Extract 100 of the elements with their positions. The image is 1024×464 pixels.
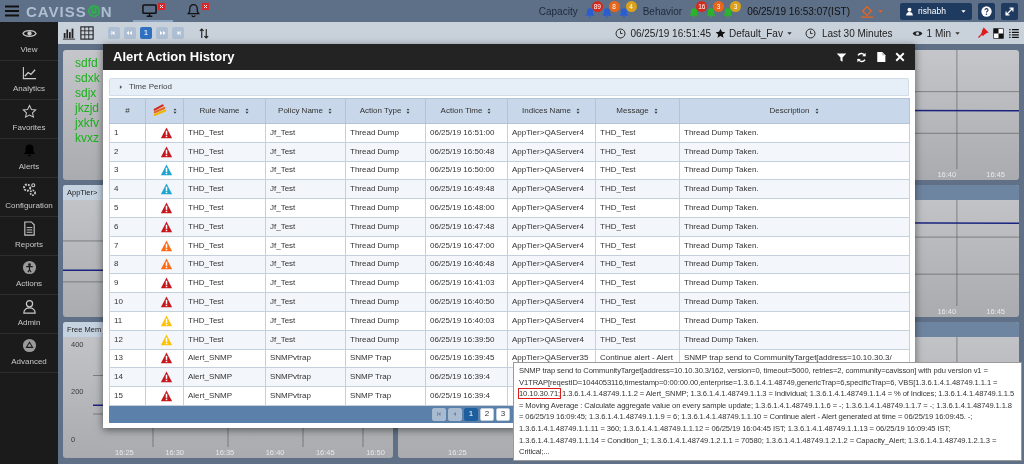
table-cell: Jf_Test [265,198,346,218]
table-cell: Thread Dump [345,198,426,218]
table-cell: Thread Dump Taken. [679,123,910,143]
table-cell: 3 [109,161,146,180]
table-cell: THD_Test [595,161,680,180]
sidebar-item[interactable]: Admin [0,295,58,334]
page-button[interactable]: 1 [140,27,152,39]
actions-icon [21,260,37,275]
table-cell: 06/25/19 16:51:00 [425,123,508,143]
bell-icon [722,7,735,19]
table-cell: 15 [109,386,146,406]
table-cell: Thread Dump Taken. [679,236,910,256]
table-cell: AppTier>QAServer4 [507,123,596,143]
sort-icon[interactable] [574,106,581,115]
page-button[interactable]: 1 [464,407,478,421]
sort-icon[interactable] [326,106,333,115]
table-cell: 06/25/19 16:50:00 [425,161,508,180]
document-icon [21,221,37,236]
user-button[interactable]: rishabh [900,2,972,20]
table-cell: 13 [109,349,146,368]
column-header[interactable]: Indices Name [507,98,596,124]
fullscreen-button[interactable] [1001,2,1018,20]
note-text: sdfd [75,56,98,71]
table-cell: SNMPvtrap [265,386,346,406]
table-cell: AppTier>QAServer4 [507,273,596,293]
column-header[interactable]: Action Type [345,98,426,124]
sidebar-item[interactable]: Actions [0,256,58,295]
table-cell: THD_Test [595,311,680,331]
bell-icon [617,7,630,19]
filter-icon[interactable] [836,51,847,63]
sort-icon[interactable] [652,106,659,115]
favorite-dropdown[interactable]: Default_Fav [715,25,793,41]
table-cell: THD_Test [183,311,266,331]
table-cell: 06/25/19 16:48:00 [425,198,508,218]
bell-icon [688,7,701,19]
column-header: # [109,98,146,124]
pin-icon[interactable] [977,27,989,39]
table-cell: THD_Test [183,123,266,143]
file-icon[interactable] [876,51,886,63]
sort-icon[interactable] [198,26,210,40]
column-header[interactable]: Action Time [425,98,508,124]
table-cell: Jf_Test [265,236,346,256]
clock-icon [804,27,816,39]
help-icon [981,5,992,17]
column-header[interactable]: Rule Name [183,98,266,124]
table-cell: Jf_Test [265,161,346,180]
sidebar-item[interactable]: Analytics [0,61,58,100]
first-page-icon [435,410,443,419]
list-icon[interactable] [1008,27,1020,39]
close-icon[interactable] [895,52,905,62]
sidebar-item[interactable]: Configuration [0,178,58,217]
menu-icon [4,3,20,19]
sidebar-item[interactable]: Advanced [0,334,58,373]
time-range-button[interactable]: Last 30 Minutes [804,25,893,41]
sort-icon[interactable] [243,106,250,115]
table-cell: THD_Test [183,161,266,180]
column-header[interactable]: Description [679,98,910,124]
power-icon [86,4,101,18]
bell-icon [600,7,613,19]
group-label: Behavior [642,4,683,19]
date-time: 06/25/19 16:51:45 [630,26,711,41]
sort-icon[interactable] [171,107,178,115]
advanced-icon [21,338,37,353]
sidebar-item[interactable]: Alerts [0,139,58,178]
star-icon [21,104,37,119]
page-button[interactable]: 2 [480,407,494,421]
grid-icon[interactable] [80,26,94,40]
table-cell: 1 [109,123,146,143]
analytics-icon [21,65,37,80]
table-cell: THD_Test [595,198,680,218]
table-cell: 06/25/19 16:39:4 [425,386,508,406]
section-toggle[interactable]: Time Period [109,78,909,96]
refresh-icon[interactable] [856,51,867,63]
sidebar-item[interactable]: Reports [0,217,58,256]
column-header[interactable]: Message [595,98,680,124]
interval-dropdown[interactable]: 1 Min [910,25,961,41]
column-header[interactable]: Policy Name [265,98,346,124]
table-cell: SNMP Trap [345,386,426,406]
table-cell: Thread Dump Taken. [679,273,910,293]
help-button[interactable] [978,2,995,20]
date-time: 06/25/19 16:53:07(IST) [747,4,850,19]
table-cell: Thread Dump [345,236,426,256]
bell-icon [705,7,718,19]
table-cell: AppTier>QAServer4 [507,311,596,331]
sort-icon[interactable] [405,106,412,115]
bar-chart-icon[interactable] [62,26,76,40]
table-cell: AppTier>QAServer4 [507,198,596,218]
table-cell: THD_Test [595,273,680,293]
sort-icon[interactable] [813,106,820,115]
page-button[interactable]: 3 [496,407,510,421]
caret-icon [877,7,884,15]
logo-text: CAVISS [26,3,87,19]
sidebar-item[interactable]: Favorites [0,100,58,139]
table-cell: Alert_SNMP [183,349,266,368]
sort-icon[interactable] [486,106,493,115]
checker-icon[interactable] [993,27,1004,39]
caret-icon [785,29,793,37]
logo-text: N [100,3,113,19]
caret-icon [960,7,967,15]
table-cell: 06/25/19 16:47:00 [425,236,508,256]
